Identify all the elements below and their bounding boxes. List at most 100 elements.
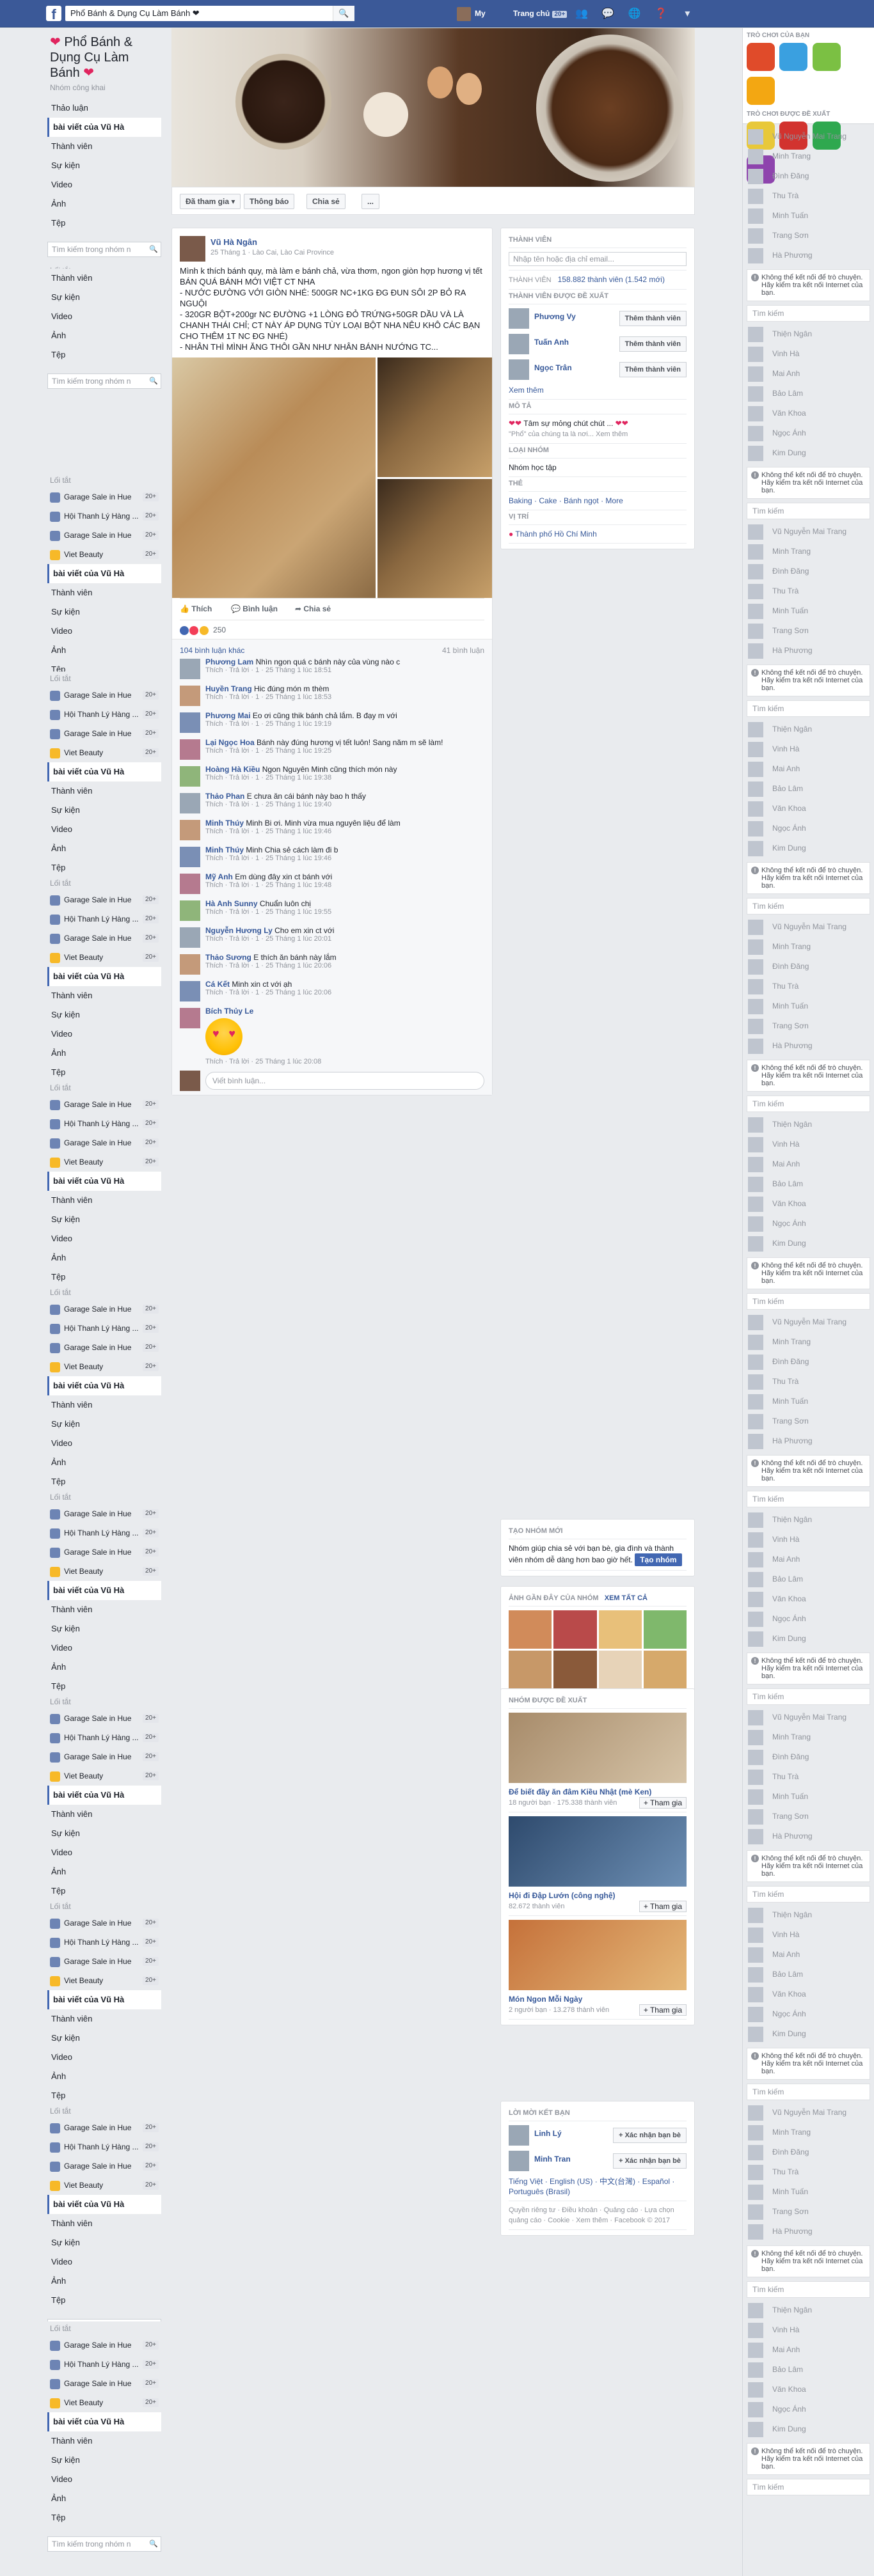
nav-link[interactable]: Thành viên (47, 1805, 161, 1824)
nav-link[interactable]: Video (47, 1025, 161, 1044)
game-icon[interactable] (812, 43, 841, 71)
contact-item[interactable]: Minh Tuấn (743, 996, 874, 1016)
shortcut-item[interactable]: Hội Thanh Lý Hàng ...20+ (47, 507, 161, 526)
nav-link[interactable]: Tệp (47, 2508, 161, 2527)
group-photo[interactable] (643, 1651, 687, 1689)
nav-link[interactable]: Video (47, 1843, 161, 1862)
shortcut-item[interactable]: Hội Thanh Lý Hàng ...20+ (47, 1114, 161, 1133)
contact-item[interactable]: Trang Sơn (743, 1016, 874, 1036)
avatar[interactable] (180, 766, 200, 787)
nav-link[interactable]: Video (47, 1638, 161, 1658)
nav-link[interactable]: Tệp (47, 858, 161, 877)
contact-item[interactable]: Vũ Nguyễn Mai Trang (743, 127, 874, 146)
nav-link[interactable]: Thành viên (47, 1395, 161, 1415)
nav-link[interactable]: Tệp (47, 1472, 161, 1491)
avatar[interactable] (180, 793, 200, 813)
share-button[interactable]: Chia sẻ (306, 194, 346, 209)
contact-item[interactable]: Bảo Lâm (743, 384, 874, 404)
nav-events[interactable]: Sự kiện (47, 156, 161, 175)
contact-item[interactable]: Thu Trà (743, 2162, 874, 2182)
facebook-logo-icon[interactable]: f (46, 6, 61, 21)
avatar[interactable] (180, 874, 200, 894)
contact-item[interactable]: Mai Anh (743, 1154, 874, 1174)
nav-link[interactable]: Video (47, 307, 161, 326)
comment-meta[interactable]: Thích · Trả lời · 1 · 25 Tháng 1 lúc 19:… (205, 854, 484, 862)
shortcut-item[interactable]: Hội Thanh Lý Hàng ...20+ (47, 1728, 161, 1747)
contact-item[interactable]: Kim Dung (743, 1234, 874, 1253)
home-link[interactable]: Trang chủ 20+ (513, 9, 568, 18)
contact-item[interactable]: Minh Tuấn (743, 1787, 874, 1807)
shortcut-item[interactable]: Garage Sale in Hue20+ (47, 2156, 161, 2176)
nav-link[interactable]: Sự kiện (47, 2451, 161, 2470)
contact-item[interactable]: Trang Sơn (743, 1807, 874, 1826)
shortcut-item[interactable]: Viet Beauty20+ (47, 2176, 161, 2195)
nav-discussion[interactable]: Thảo luận (47, 98, 161, 118)
nav-posts-by-user[interactable]: bài viết của Vũ Hà (47, 1376, 161, 1395)
shortcut-item[interactable]: Garage Sale in Hue20+ (47, 1504, 161, 1523)
shortcut-item[interactable]: Garage Sale in Hue20+ (47, 890, 161, 909)
comment-author[interactable]: Minh Thúy (205, 819, 244, 828)
nav-photos[interactable]: Ảnh (47, 194, 161, 214)
chat-search-input[interactable]: Tìm kiếm (747, 898, 870, 915)
comment-author[interactable]: Thảo Phan (205, 792, 244, 801)
comment-meta[interactable]: Thích · Trả lời · 1 · 25 Tháng 1 lúc 19:… (205, 828, 484, 835)
confirm-friend-button[interactable]: + Xác nhận bạn bè (613, 2128, 687, 2143)
nav-link[interactable]: Thành viên (47, 269, 161, 288)
contact-item[interactable]: Thiện Ngân (743, 2300, 874, 2320)
chat-search-input[interactable]: Tìm kiếm (747, 700, 870, 717)
contact-item[interactable]: Kim Dung (743, 443, 874, 463)
more-options-button[interactable]: ... (362, 194, 380, 209)
contact-item[interactable]: Minh Trang (743, 2123, 874, 2142)
group-photo[interactable] (509, 1610, 552, 1649)
nav-link[interactable]: Sự kiện (47, 1824, 161, 1843)
contact-item[interactable]: Bảo Lâm (743, 779, 874, 799)
avatar[interactable] (509, 308, 529, 329)
contact-item[interactable]: Bảo Lâm (743, 1965, 874, 1984)
shortcut-item[interactable]: Garage Sale in Hue20+ (47, 929, 161, 948)
comment-meta[interactable]: Thích · Trả lời · 1 · 25 Tháng 1 lúc 19:… (205, 801, 484, 808)
comment-author[interactable]: Minh Thúy (205, 845, 244, 854)
invite-input[interactable]: Nhập tên hoặc địa chỉ email... (509, 248, 687, 271)
nav-posts-by-user[interactable]: bài viết của Vũ Hà (47, 118, 161, 137)
comment-meta[interactable]: Thích · Trả lời · 1 · 25 Tháng 1 lúc 19:… (205, 774, 484, 781)
language-links[interactable]: Tiếng Việt · English (US) · 中文(台灣) · Esp… (509, 2172, 687, 2201)
contact-item[interactable]: Kim Dung (743, 2024, 874, 2044)
shortcut-item[interactable]: Hội Thanh Lý Hàng ...20+ (47, 1933, 161, 1952)
chevron-down-icon[interactable]: ▾ (680, 7, 694, 21)
contact-item[interactable]: Vinh Hà (743, 2320, 874, 2340)
shortcut-item[interactable]: Garage Sale in Hue20+ (47, 1747, 161, 1766)
nav-link[interactable]: Tệp (47, 2086, 161, 2105)
contact-item[interactable]: Thiện Ngân (743, 1510, 874, 1530)
contact-item[interactable]: Vũ Nguyễn Mai Trang (743, 2103, 874, 2123)
shortcut-item[interactable]: Hội Thanh Lý Hàng ...20+ (47, 2355, 161, 2374)
comment-meta[interactable]: Thích · Trả lời · 1 · 25 Tháng 1 lúc 20:… (205, 962, 484, 970)
nav-posts-by-user[interactable]: bài viết của Vũ Hà (47, 1172, 161, 1191)
contact-item[interactable]: Mai Anh (743, 1945, 874, 1965)
nav-link[interactable]: Video (47, 820, 161, 839)
contact-item[interactable]: Hà Phương (743, 2222, 874, 2242)
nav-link[interactable]: Ảnh (47, 1044, 161, 1063)
contact-item[interactable]: Vũ Nguyễn Mai Trang (743, 1312, 874, 1332)
comment-button[interactable]: 💬 Bình luận (231, 604, 278, 613)
shortcut-item[interactable]: Hội Thanh Lý Hàng ...20+ (47, 909, 161, 929)
chat-search-input[interactable]: Tìm kiếm (747, 1886, 870, 1903)
nav-link[interactable]: Sự kiện (47, 288, 161, 307)
chat-search-input[interactable]: Tìm kiếm (747, 1096, 870, 1112)
game-icon[interactable] (747, 77, 775, 105)
nav-link[interactable]: Ảnh (47, 641, 161, 660)
notifications-icon[interactable]: 🌐 (628, 7, 642, 21)
nav-link[interactable]: Video (47, 2470, 161, 2489)
nav-posts-by-user[interactable]: bài viết của Vũ Hà (47, 1990, 161, 2009)
avatar[interactable] (180, 659, 200, 679)
contact-item[interactable]: Kim Dung (743, 1629, 874, 1649)
comment-author[interactable]: Hà Anh Sunny (205, 899, 258, 908)
nav-link[interactable]: Thành viên (47, 2009, 161, 2029)
nav-link[interactable]: Sự kiện (47, 2029, 161, 2048)
avatar[interactable] (180, 820, 200, 840)
confirm-friend-button[interactable]: + Xác nhận bạn bè (613, 2153, 687, 2169)
contact-item[interactable]: Bảo Lâm (743, 1569, 874, 1589)
contact-item[interactable]: Mai Anh (743, 1550, 874, 1569)
add-member-button[interactable]: Thêm thành viên (619, 362, 687, 377)
shortcut-item[interactable]: Garage Sale in Hue20+ (47, 1133, 161, 1152)
shortcut-item[interactable]: Garage Sale in Hue20+ (47, 1913, 161, 1933)
